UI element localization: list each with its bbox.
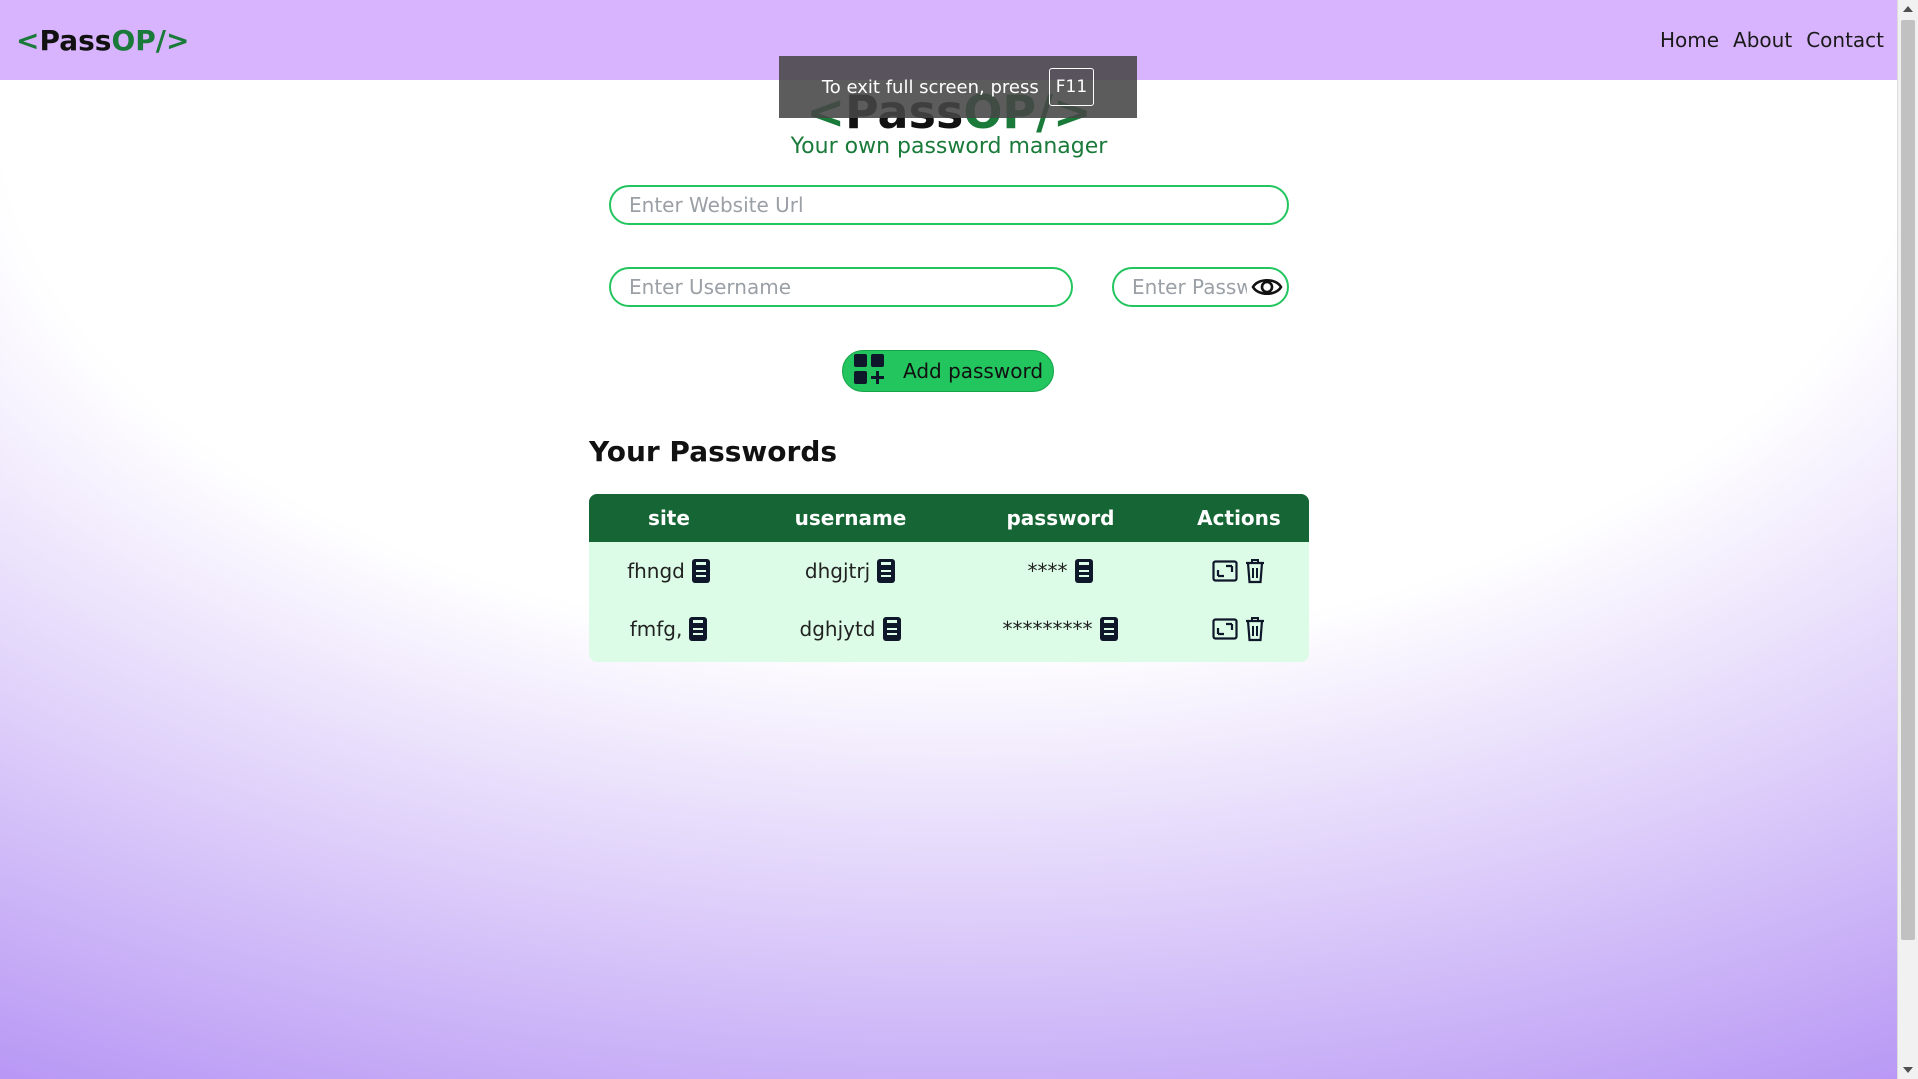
copy-icon[interactable] <box>876 558 896 584</box>
logo-op: OP/> <box>111 23 190 57</box>
logo-pass: Pass <box>39 23 112 57</box>
site-cell: fhngd <box>589 558 749 584</box>
nav-link-home[interactable]: Home <box>1660 28 1719 52</box>
header-password: password <box>1006 506 1115 530</box>
add-password-label: Add password <box>902 359 1044 383</box>
copy-icon[interactable] <box>691 558 711 584</box>
add-grid-icon <box>853 353 885 390</box>
site-cell: fmfg, <box>589 616 749 642</box>
password-cell: **** <box>952 558 1169 584</box>
fullscreen-notice: To exit full screen, press F11 <box>779 56 1137 118</box>
table-row: fmfg, dghjytd ********* <box>589 600 1309 658</box>
actions-cell <box>1169 616 1309 642</box>
passwords-title: Your Passwords <box>589 435 838 468</box>
copy-icon[interactable] <box>1074 558 1094 584</box>
password-value: **** <box>1027 559 1068 583</box>
username-input[interactable] <box>609 267 1073 307</box>
header-username: username <box>794 506 907 530</box>
copy-icon[interactable] <box>1099 616 1119 642</box>
password-cell: ********* <box>952 616 1169 642</box>
header-actions: Actions <box>1197 506 1281 530</box>
edit-icon[interactable] <box>1212 618 1238 640</box>
username-value: dghjytd <box>799 617 876 641</box>
table-body: fhngd dhgjtrj **** fmfg, dghjytd *******… <box>589 542 1309 662</box>
actions-cell <box>1169 558 1309 584</box>
website-url-input[interactable] <box>609 185 1289 225</box>
scroll-thumb[interactable] <box>1901 20 1915 940</box>
username-cell: dghjytd <box>749 616 952 642</box>
logo-open-bracket: < <box>16 23 40 57</box>
passwords-table: site username password Actions fhngd dhg… <box>589 494 1309 662</box>
nav-link-about[interactable]: About <box>1733 28 1792 52</box>
fullscreen-notice-text: To exit full screen, press <box>821 76 1039 98</box>
table-header: site username password Actions <box>589 494 1309 542</box>
site-value: fmfg, <box>629 617 683 641</box>
nav-links: Home About Contact <box>1660 28 1884 52</box>
table-row: fhngd dhgjtrj **** <box>589 542 1309 600</box>
header-site: site <box>648 506 690 530</box>
password-value: ********* <box>1002 617 1093 641</box>
username-value: dhgjtrj <box>804 559 871 583</box>
eye-icon[interactable] <box>1251 274 1283 300</box>
fullscreen-key: F11 <box>1048 68 1095 106</box>
nav-link-contact[interactable]: Contact <box>1806 28 1884 52</box>
scroll-up-arrow[interactable] <box>1903 6 1913 12</box>
copy-icon[interactable] <box>882 616 902 642</box>
site-value: fhngd <box>627 559 685 583</box>
username-cell: dhgjtrj <box>749 558 952 584</box>
delete-icon[interactable] <box>1244 616 1266 642</box>
edit-icon[interactable] <box>1212 560 1238 582</box>
copy-icon[interactable] <box>688 616 708 642</box>
page-scrollbar[interactable] <box>1897 0 1918 1079</box>
add-password-button[interactable]: Add password <box>842 350 1054 392</box>
delete-icon[interactable] <box>1244 558 1266 584</box>
nav-logo[interactable]: <PassOP/> <box>16 24 189 57</box>
scroll-down-arrow[interactable] <box>1903 1067 1913 1073</box>
tagline: Your own password manager <box>790 134 1108 159</box>
